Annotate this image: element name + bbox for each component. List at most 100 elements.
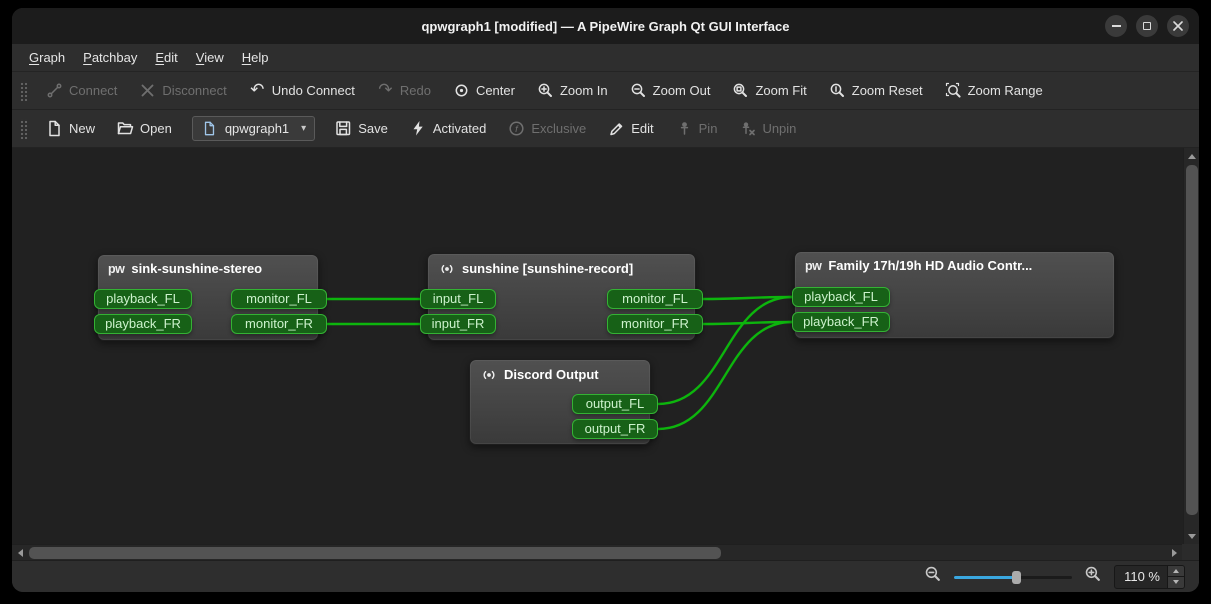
port-out-monitor-fr[interactable]: monitor_FR: [231, 314, 327, 334]
port-in-playback-fl[interactable]: playback_FL: [94, 289, 192, 309]
save-button[interactable]: Save: [325, 115, 398, 142]
zoom-reset-icon: [829, 82, 846, 99]
zoom-spinbox[interactable]: 110 %: [1114, 565, 1185, 589]
center-icon: [453, 82, 470, 99]
redo-button[interactable]: ↷ Redo: [367, 77, 441, 104]
port-in-playback-fr[interactable]: playback_FR: [94, 314, 192, 334]
node-title: Discord Output: [504, 367, 599, 382]
arrow-left-icon: [18, 549, 23, 557]
zoom-in-button[interactable]: Zoom In: [527, 77, 618, 104]
connect-button[interactable]: Connect: [36, 77, 127, 104]
pin-icon: [676, 120, 693, 137]
maximize-button[interactable]: [1136, 15, 1158, 37]
toolbar-drag-handle[interactable]: [20, 81, 28, 101]
disconnect-button[interactable]: Disconnect: [129, 77, 236, 104]
port-in-playback-fl[interactable]: playback_FL: [792, 287, 890, 307]
scroll-right-button[interactable]: [1166, 545, 1182, 561]
svg-text:f: f: [515, 124, 519, 135]
node-title: Family 17h/19h HD Audio Contr...: [828, 258, 1032, 273]
zoom-fit-button[interactable]: Zoom Fit: [722, 77, 816, 104]
zoom-value[interactable]: 110 %: [1115, 566, 1167, 588]
scroll-left-button[interactable]: [12, 545, 28, 561]
zoom-in-icon: [537, 82, 554, 99]
unpin-icon: [739, 120, 756, 137]
zoom-slider-fill: [954, 576, 1016, 579]
menu-graph[interactable]: Graph: [20, 44, 74, 71]
horizontal-scrollbar[interactable]: [12, 544, 1182, 560]
titlebar[interactable]: qpwgraph1 [modified] — A PipeWire Graph …: [12, 8, 1199, 44]
menu-patchbay[interactable]: Patchbay: [74, 44, 146, 71]
zoom-in-icon[interactable]: [1084, 565, 1102, 588]
pipewire-icon: pw: [108, 262, 124, 276]
vertical-scrollbar-handle[interactable]: [1186, 165, 1198, 515]
arrow-right-icon: [1172, 549, 1177, 557]
patchbay-combo[interactable]: qpwgraph1 ▾: [192, 116, 315, 141]
port-out-monitor-fl[interactable]: monitor_FL: [607, 289, 703, 309]
zoom-range-button[interactable]: Zoom Range: [935, 77, 1053, 104]
edit-toggle[interactable]: Edit: [598, 115, 663, 142]
zoom-spin-up-button[interactable]: [1168, 566, 1184, 578]
chevron-down-icon: ▾: [301, 123, 306, 134]
minimize-button[interactable]: [1105, 15, 1127, 37]
exclusive-icon: f: [508, 120, 525, 137]
open-folder-icon: [117, 120, 134, 137]
zoom-slider[interactable]: [954, 569, 1072, 585]
zoom-out-icon[interactable]: [924, 565, 942, 588]
new-button[interactable]: New: [36, 115, 105, 142]
zoom-range-icon: [945, 82, 962, 99]
new-file-icon: [46, 120, 63, 137]
port-out-output-fr[interactable]: output_FR: [572, 419, 658, 439]
pin-button[interactable]: Pin: [666, 115, 728, 142]
undo-connect-button[interactable]: ↶ Undo Connect: [239, 77, 365, 104]
scrollbar-corner: [1182, 544, 1199, 560]
port-in-input-fr[interactable]: input_FR: [420, 314, 496, 334]
connect-icon: [46, 82, 63, 99]
pipewire-icon: pw: [805, 259, 821, 273]
scroll-up-button[interactable]: [1184, 148, 1199, 164]
zoom-out-icon: [630, 82, 647, 99]
arrow-down-icon: [1173, 580, 1179, 584]
unpin-button[interactable]: Unpin: [729, 115, 806, 142]
undo-icon: ↶: [249, 82, 266, 99]
port-out-monitor-fr[interactable]: monitor_FR: [607, 314, 703, 334]
port-out-output-fl[interactable]: output_FL: [572, 394, 658, 414]
statusbar: 110 %: [12, 560, 1199, 592]
stream-icon: [480, 366, 497, 383]
zoom-spin-down-button[interactable]: [1168, 577, 1184, 588]
menubar: Graph Patchbay Edit View Help: [12, 44, 1199, 72]
port-in-input-fl[interactable]: input_FL: [420, 289, 496, 309]
scroll-down-button[interactable]: [1184, 528, 1199, 544]
zoom-reset-button[interactable]: Zoom Reset: [819, 77, 933, 104]
open-button[interactable]: Open: [107, 115, 182, 142]
vertical-scrollbar[interactable]: [1183, 148, 1199, 544]
menu-view[interactable]: View: [187, 44, 233, 71]
disconnect-icon: [139, 82, 156, 99]
activated-toggle[interactable]: Activated: [400, 115, 496, 142]
zoom-fit-icon: [732, 82, 749, 99]
graph-workarea: pw sink-sunshine-stereo sunshine [sunshi…: [12, 148, 1199, 560]
window-controls: [1105, 15, 1189, 37]
redo-icon: ↷: [377, 82, 394, 99]
toolbar-graph-tools: Connect Disconnect ↶ Undo Connect ↷ Redo…: [12, 72, 1199, 110]
maximize-icon: [1143, 22, 1151, 30]
lightning-icon: [410, 120, 427, 137]
exclusive-toggle[interactable]: f Exclusive: [498, 115, 596, 142]
port-in-playback-fr[interactable]: playback_FR: [792, 312, 890, 332]
connection-layer: [12, 148, 1182, 544]
zoom-slider-handle[interactable]: [1012, 571, 1021, 584]
pencil-icon: [608, 120, 625, 137]
arrow-up-icon: [1173, 569, 1179, 573]
zoom-out-button[interactable]: Zoom Out: [620, 77, 721, 104]
close-button[interactable]: [1167, 15, 1189, 37]
center-button[interactable]: Center: [443, 77, 525, 104]
menu-help[interactable]: Help: [233, 44, 278, 71]
save-icon: [335, 120, 352, 137]
horizontal-scrollbar-handle[interactable]: [29, 547, 721, 559]
menu-edit[interactable]: Edit: [146, 44, 186, 71]
arrow-up-icon: [1188, 154, 1196, 159]
toolbar-drag-handle[interactable]: [20, 119, 28, 139]
graph-canvas[interactable]: pw sink-sunshine-stereo sunshine [sunshi…: [12, 148, 1182, 544]
toolbar-patchbay: New Open qpwgraph1 ▾ Save Activated: [12, 110, 1199, 148]
patchbay-combo-value: qpwgraph1: [225, 121, 289, 136]
port-out-monitor-fl[interactable]: monitor_FL: [231, 289, 327, 309]
